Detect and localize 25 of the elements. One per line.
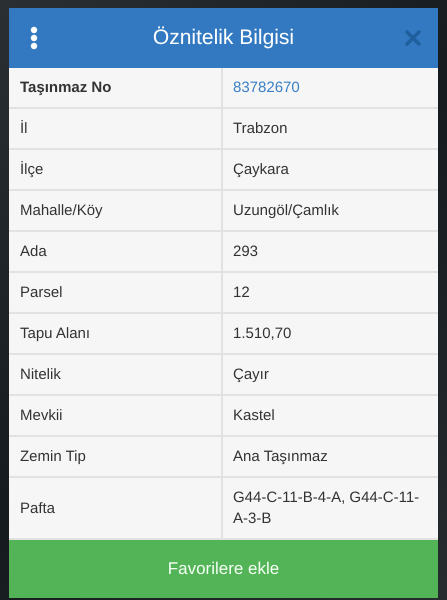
attribute-value: Kastel — [232, 406, 276, 426]
attribute-value: Uzungöl/Çamlık — [232, 201, 340, 221]
attribute-value: 1.510,70 — [232, 324, 292, 344]
attribute-value: Ana Taşınmaz — [232, 447, 329, 467]
attribute-label: Zemin Tip — [9, 437, 223, 476]
dialog-title: Öznitelik Bilgisi — [152, 26, 296, 50]
attribute-value: 12 — [232, 283, 251, 303]
attribute-label: Nitelik — [9, 355, 223, 394]
attribute-label: İlçe — [9, 150, 223, 189]
attribute-label: İl — [9, 109, 223, 148]
attribute-value: Çaykara — [232, 160, 290, 180]
attribute-value: Trabzon — [232, 119, 288, 139]
attribute-link[interactable]: 83782670 — [223, 68, 438, 107]
attribute-label: Mahalle/Köy — [9, 191, 223, 230]
attribute-label: Taşınmaz No — [9, 68, 223, 107]
attribute-value: 293 — [232, 242, 260, 262]
add-favorites-button[interactable]: Favorilere ekle — [9, 540, 438, 598]
attribute-label: Tapu Alanı — [9, 314, 223, 353]
attribute-label: Parsel — [9, 273, 223, 312]
menu-icon[interactable] — [30, 26, 38, 50]
attribute-value: Çayır — [232, 365, 270, 385]
attribute-value: G44-C-11-B-4-A, G44-C-11-A-3-B — [232, 488, 420, 529]
attribute-label: Pafta — [9, 478, 223, 538]
attribute-label: Ada — [9, 232, 223, 271]
attribute-label: Mevkii — [9, 396, 223, 435]
